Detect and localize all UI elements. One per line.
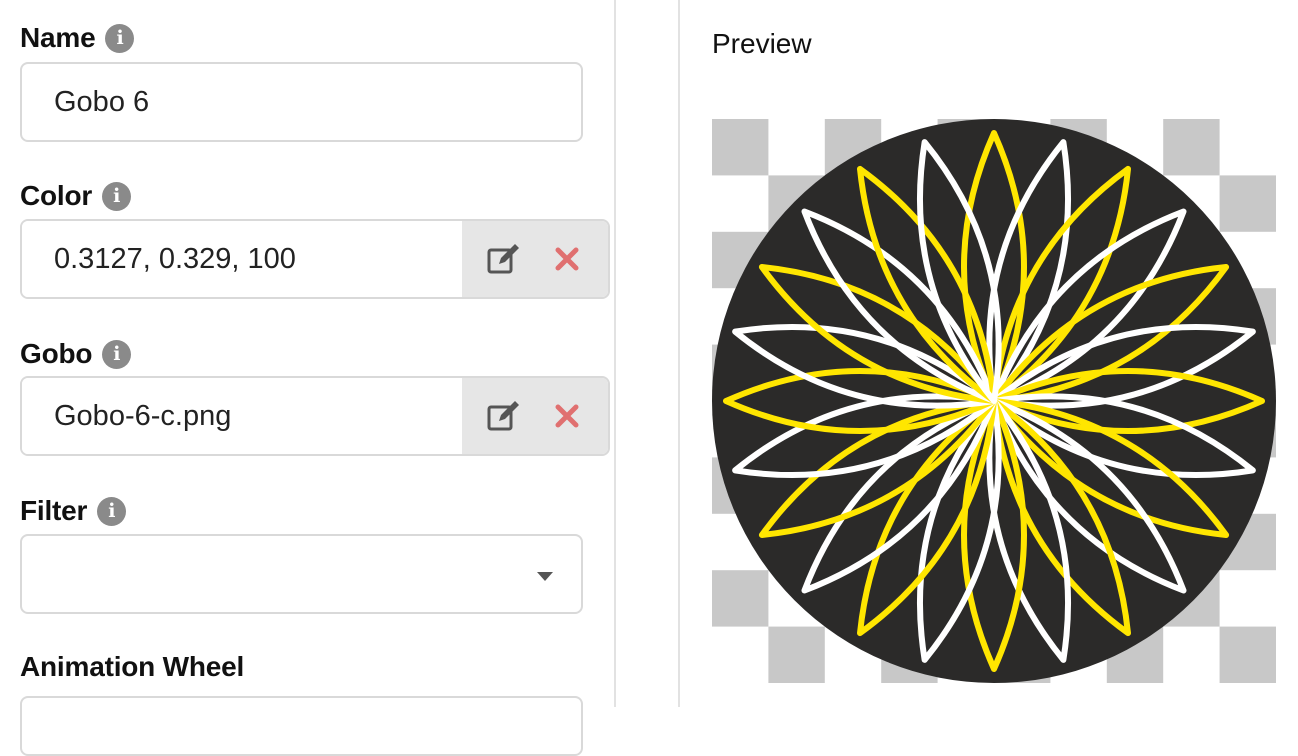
info-icon[interactable]: i [102,339,132,369]
checker-cell [1219,626,1276,683]
name-label: Name [20,22,96,53]
gobo-input-value: Gobo-6-c.png [54,399,232,432]
name-input[interactable]: Gobo 6 [20,62,583,142]
name-label-row: Name i [20,22,135,54]
checker-cell [1219,175,1276,232]
clear-icon[interactable] [545,237,589,281]
color-field: 0.3127, 0.329, 100 [20,219,610,299]
checker-cell [1163,119,1220,176]
animation-wheel-select[interactable] [20,696,583,756]
edit-icon[interactable] [482,237,526,281]
preview-label: Preview [712,28,812,59]
checker-cell [768,626,825,683]
gobo-input[interactable]: Gobo-6-c.png [22,378,462,454]
name-input-value: Gobo 6 [54,85,150,118]
gobo-label-row: Gobo i [20,338,132,370]
animation-wheel-label: Animation Wheel [20,651,245,682]
filter-label: Filter [20,495,88,526]
gobo-form-panel: Name i Gobo 6 Color i 0.3127, 0.329, 100 [0,0,616,756]
panel-divider [616,0,680,707]
gobo-field: Gobo-6-c.png [20,376,610,456]
color-actions [462,221,608,297]
gobo-preview-svg [712,119,1276,683]
info-icon[interactable]: i [97,496,127,526]
color-input-value: 0.3127, 0.329, 100 [54,242,296,275]
gobo-actions [462,378,608,454]
gobo-preview-image [712,119,1276,683]
filter-label-row: Filter i [20,495,127,527]
info-icon[interactable]: i [105,23,135,53]
preview-panel: Preview [680,0,1298,707]
color-input[interactable]: 0.3127, 0.329, 100 [22,221,462,297]
color-label: Color [20,180,93,211]
info-icon[interactable]: i [102,181,132,211]
animation-wheel-label-row: Animation Wheel [20,651,244,683]
clear-icon[interactable] [545,394,589,438]
edit-icon[interactable] [482,394,526,438]
checker-cell [712,570,769,627]
gobo-label: Gobo [20,338,93,369]
color-label-row: Color i [20,180,132,212]
chevron-down-icon[interactable] [537,572,553,581]
checker-cell [712,119,769,176]
filter-select[interactable] [20,534,583,614]
